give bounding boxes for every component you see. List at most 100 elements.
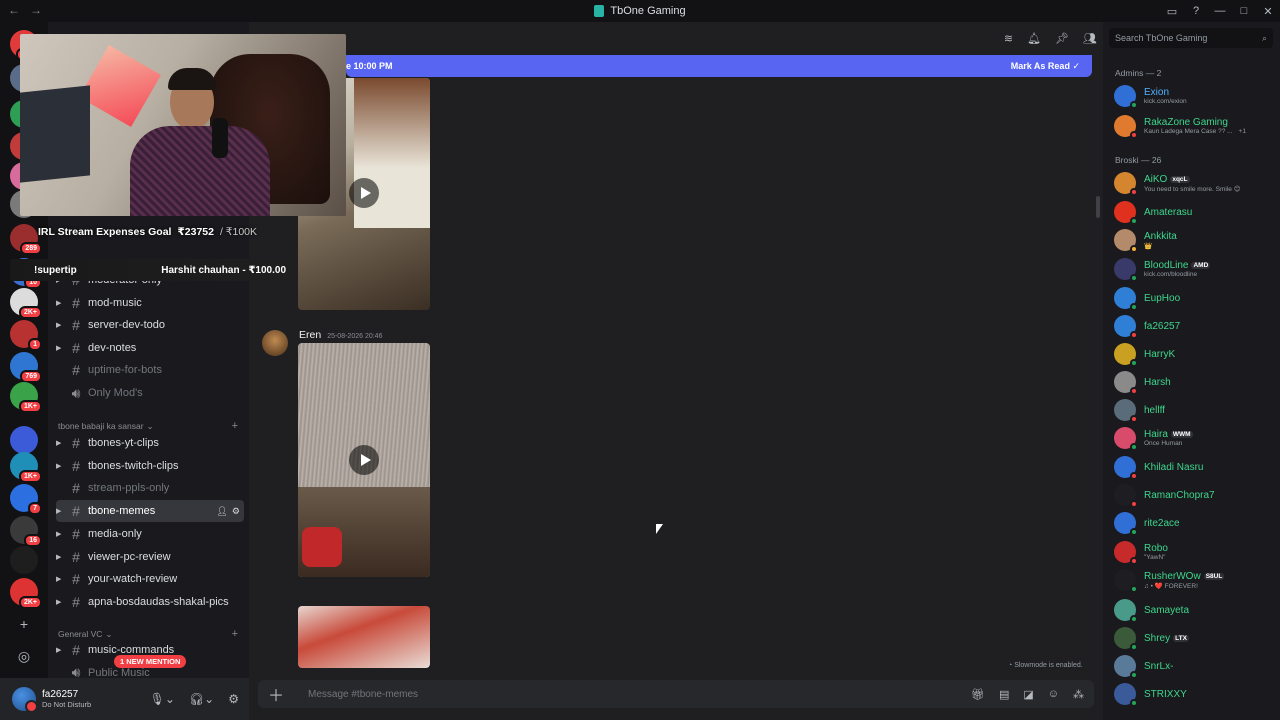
- category-tbone-babaji[interactable]: tbone babaji ka sansar ⌄ +: [58, 420, 238, 432]
- video-attachment[interactable]: [298, 343, 430, 577]
- presence-status-icon: [1130, 101, 1138, 109]
- streamer-shirt: [130, 126, 270, 216]
- member-item[interactable]: Samayeta: [1111, 597, 1275, 623]
- apps-icon[interactable]: ⁂: [1073, 688, 1084, 701]
- close-icon[interactable]: ✕: [1256, 5, 1280, 18]
- server-icon[interactable]: 2K+: [10, 578, 42, 609]
- channel-name: viewer-pc-review: [88, 550, 171, 563]
- server-icon[interactable]: 16: [10, 516, 42, 547]
- message-author-avatar[interactable]: [262, 330, 288, 356]
- minimize-icon[interactable]: —: [1208, 5, 1232, 17]
- member-item[interactable]: RusherWOw S8UL ♫ • ❤️ FOREVER!: [1111, 567, 1275, 593]
- forward-arrow-icon[interactable]: →: [30, 3, 42, 17]
- member-item[interactable]: BloodLine AMD kick.com/bloodline: [1111, 256, 1275, 282]
- discover-icon[interactable]: ◎: [14, 646, 34, 666]
- member-item[interactable]: Shrey LTX: [1111, 625, 1275, 651]
- server-icon[interactable]: 1K+: [10, 382, 42, 413]
- speaker-icon: 🔊︎: [71, 384, 81, 401]
- chat-scrollbar[interactable]: [1096, 196, 1100, 218]
- add-server-icon[interactable]: +: [14, 614, 34, 634]
- pin-icon[interactable]: 📌︎: [1055, 32, 1069, 45]
- server-icon[interactable]: 1K+: [10, 452, 42, 483]
- server-icon[interactable]: [10, 426, 38, 454]
- add-channel-icon[interactable]: +: [232, 420, 238, 432]
- server-icon[interactable]: 1: [10, 320, 42, 351]
- channel-item[interactable]: # uptime-for-bots: [56, 359, 244, 381]
- member-item[interactable]: EupHoo: [1111, 285, 1275, 311]
- channel-item[interactable]: ▶ # tbones-yt-clips: [56, 432, 244, 454]
- channel-item[interactable]: ▶ # apna-bosdaudas-shakal-pics: [56, 591, 244, 613]
- member-item[interactable]: fa26257: [1111, 313, 1275, 339]
- channel-item[interactable]: ▶ # mod-music: [56, 292, 244, 314]
- member-item[interactable]: Ankkita 👑: [1111, 227, 1275, 253]
- channel-settings-icon[interactable]: ⚙: [232, 506, 240, 517]
- presence-status-icon: [1130, 245, 1138, 253]
- help-icon[interactable]: ?: [1184, 5, 1208, 17]
- gift-icon[interactable]: 🎁︎: [971, 688, 985, 701]
- new-mention-pill[interactable]: 1 NEW MENTION: [114, 655, 187, 668]
- channel-item[interactable]: ▶ # dev-notes: [56, 337, 244, 359]
- headphones-icon[interactable]: 🎧︎⌄: [189, 692, 214, 706]
- user-info[interactable]: fa26257 Do Not Disturb: [42, 689, 91, 709]
- member-activity: Kaun Ladega Mera Case ?? ... +1: [1144, 128, 1246, 135]
- member-text: EupHoo: [1144, 293, 1180, 304]
- member-activity-text: You need to smile more. Smile 😊: [1144, 185, 1241, 193]
- server-badge: 1K+: [18, 400, 42, 413]
- settings-gear-icon[interactable]: ⚙: [228, 692, 239, 706]
- member-item[interactable]: HarryK: [1111, 341, 1275, 367]
- unread-banner[interactable]: e 10:00 PM Mark As Read ✓: [346, 55, 1092, 77]
- member-item[interactable]: hellff: [1111, 397, 1275, 423]
- invite-icon[interactable]: 👤︎: [216, 506, 227, 517]
- channel-item[interactable]: ▶ # media-only: [56, 523, 244, 545]
- message-author[interactable]: Eren: [299, 329, 321, 341]
- server-icon[interactable]: 2K+: [10, 288, 42, 319]
- server-icon[interactable]: [10, 546, 38, 574]
- member-item[interactable]: Harsh: [1111, 369, 1275, 395]
- sticker-icon[interactable]: ◪: [1023, 688, 1033, 701]
- inbox-icon[interactable]: ▭: [1160, 5, 1184, 18]
- member-item[interactable]: AiKO xqcL You need to smile more. Smile 😊: [1111, 170, 1275, 196]
- member-item[interactable]: Haira WWM Once Human: [1111, 425, 1275, 451]
- guild-tag-badge: S8UL: [1203, 572, 1225, 580]
- play-icon[interactable]: [349, 445, 379, 475]
- mark-as-read-button[interactable]: Mark As Read ✓: [1011, 61, 1080, 72]
- microphone-icon[interactable]: 🎙︎⌄: [150, 692, 175, 706]
- member-item[interactable]: rite2ace: [1111, 510, 1275, 536]
- member-item[interactable]: STRIXXY: [1111, 681, 1275, 707]
- emoji-icon[interactable]: ☺: [1048, 688, 1059, 701]
- message-input[interactable]: Message #tbone-memes: [308, 689, 418, 700]
- member-item[interactable]: RamanChopra7: [1111, 482, 1275, 508]
- member-item[interactable]: Amaterasu: [1111, 199, 1275, 225]
- member-search-input[interactable]: Search TbOne Gaming ⌕: [1109, 28, 1273, 48]
- play-icon[interactable]: [349, 178, 379, 208]
- member-name: Harsh: [1144, 376, 1171, 388]
- member-item[interactable]: RakaZone Gaming Kaun Ladega Mera Case ?? …: [1111, 113, 1275, 139]
- channel-item[interactable]: 🔊︎ Only Mod's: [56, 382, 244, 404]
- channel-item[interactable]: ▶ # tbone-memes 👤︎ ⚙: [56, 500, 244, 523]
- back-arrow-icon[interactable]: ←: [8, 3, 20, 17]
- members-icon[interactable]: 👥︎: [1083, 32, 1097, 45]
- member-item[interactable]: Khiladi Nasru: [1111, 454, 1275, 480]
- server-icon[interactable]: 769: [10, 352, 42, 383]
- channel-item[interactable]: ▶ # your-watch-review: [56, 568, 244, 590]
- server-icon[interactable]: 7: [10, 484, 42, 515]
- video-attachment[interactable]: [298, 606, 430, 668]
- user-avatar[interactable]: [12, 687, 38, 713]
- server-icon[interactable]: 289: [10, 224, 42, 255]
- member-name: fa26257: [1144, 320, 1181, 332]
- message-composer[interactable]: ＋ Message #tbone-memes 🎁︎ ▤ ◪ ☺ ⁂: [258, 680, 1094, 708]
- member-item[interactable]: Robo "YawN": [1111, 539, 1275, 565]
- maximize-icon[interactable]: □: [1232, 5, 1256, 17]
- member-item[interactable]: Exion kick.com/exion: [1111, 83, 1275, 109]
- channel-item[interactable]: # stream-ppls-only: [56, 477, 244, 499]
- channel-item[interactable]: ▶ # viewer-pc-review: [56, 546, 244, 568]
- channel-name: tbones-yt-clips: [88, 437, 159, 449]
- gif-icon[interactable]: ▤: [999, 688, 1009, 701]
- channel-item[interactable]: ▶ # tbones-twitch-clips: [56, 455, 244, 477]
- bell-icon[interactable]: 🔔︎: [1027, 32, 1041, 45]
- member-name-row: Shrey LTX: [1144, 633, 1189, 644]
- add-attachment-icon[interactable]: ＋: [268, 682, 292, 706]
- channel-item[interactable]: ▶ # server-dev-todo: [56, 314, 244, 336]
- threads-icon[interactable]: ≋: [1004, 32, 1013, 45]
- member-item[interactable]: SnrLx-: [1111, 653, 1275, 679]
